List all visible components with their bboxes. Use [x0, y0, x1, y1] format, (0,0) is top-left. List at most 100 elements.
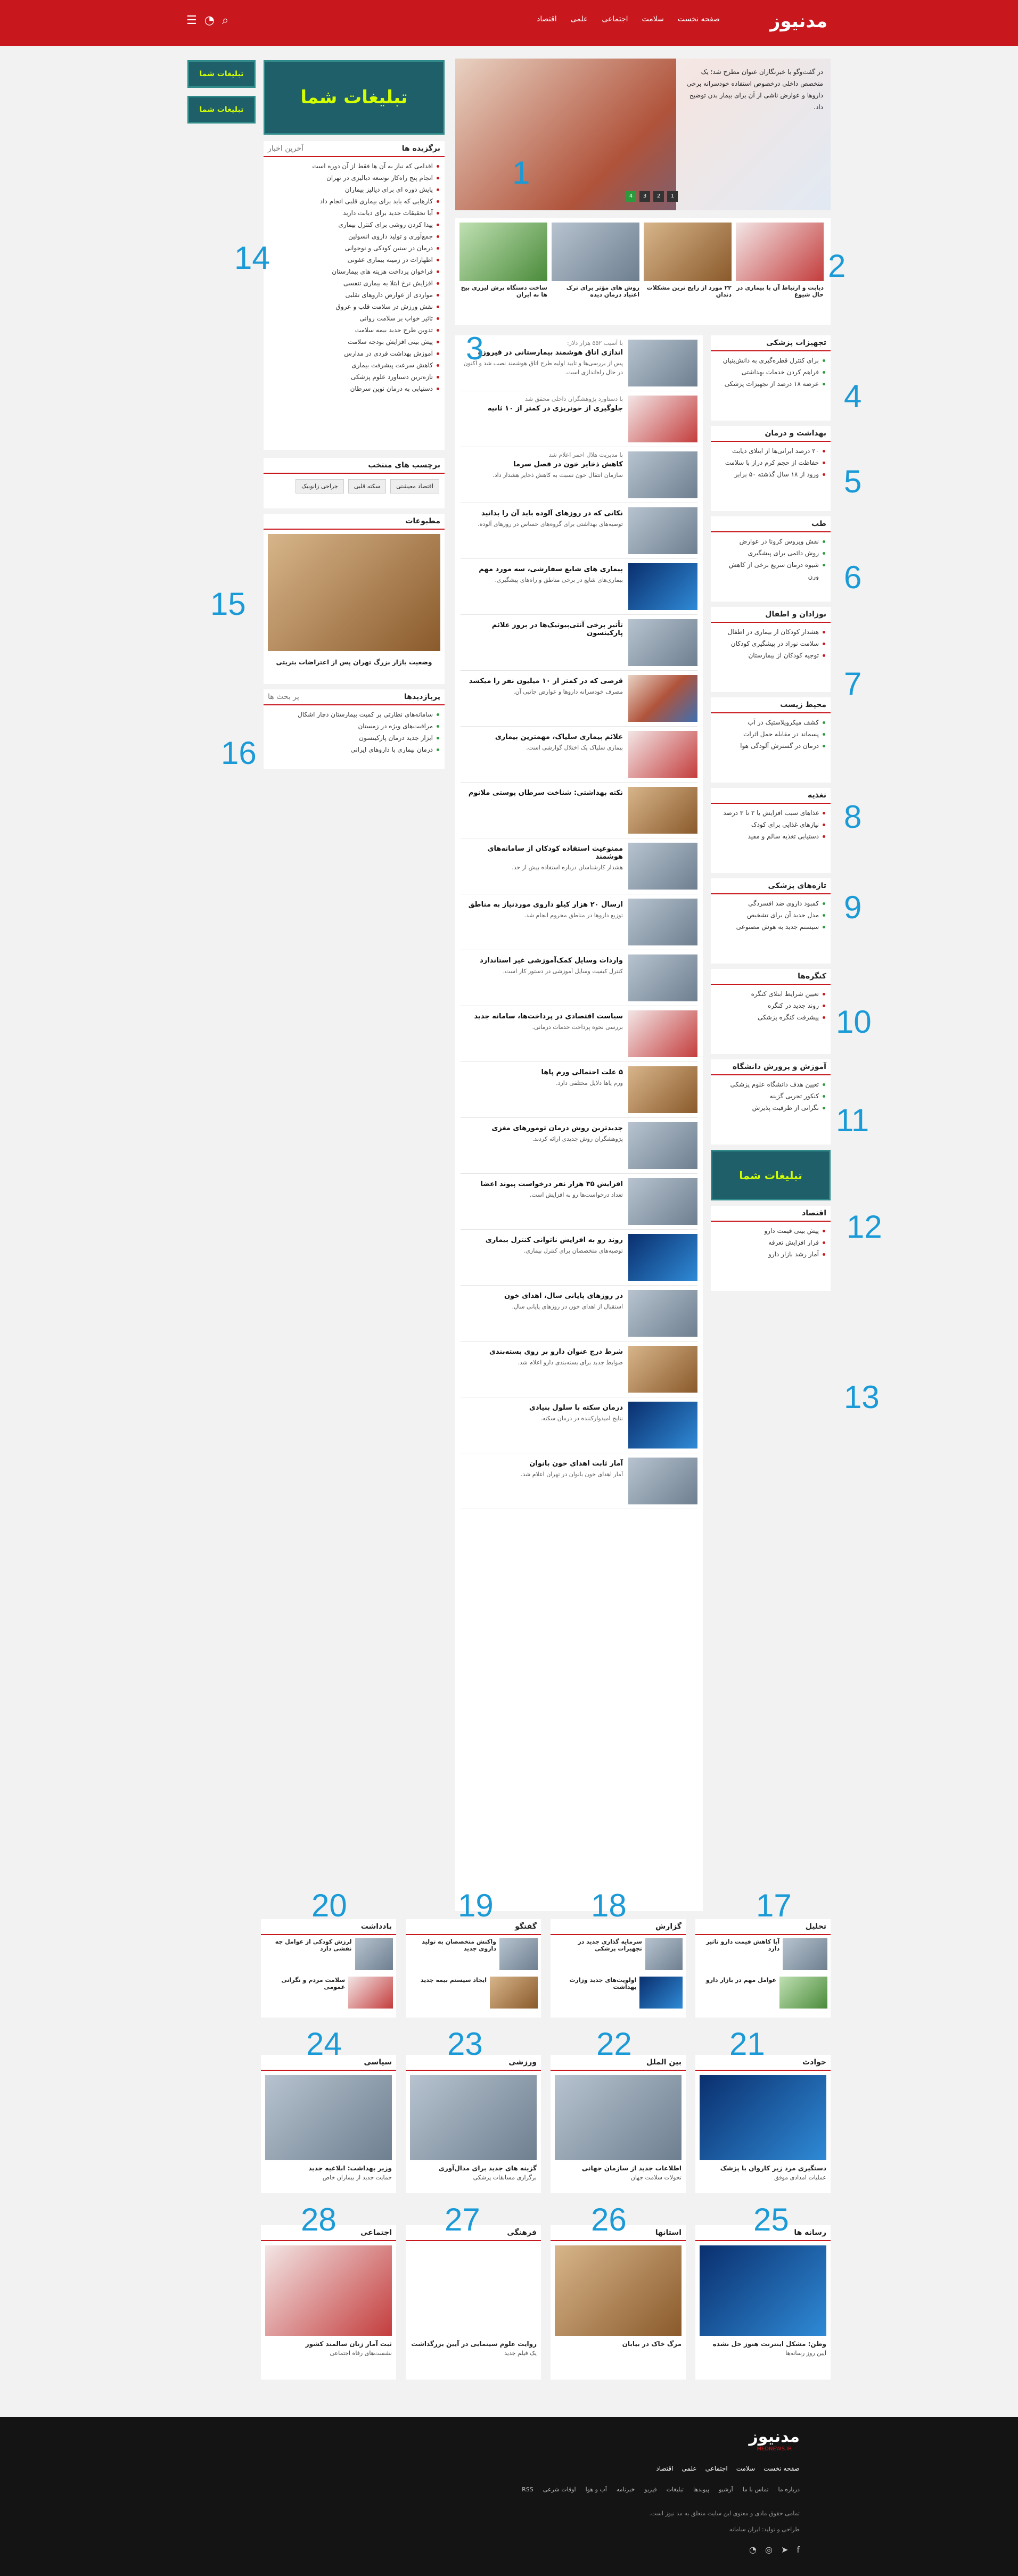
news-title[interactable]: کاهش ذخایر خون در فصل سرما: [461, 460, 623, 468]
list-item[interactable]: کنکور تجربی گزینه: [716, 1090, 825, 1102]
strip-card[interactable]: روش های مؤثر برای ترک اعتیاد درمان دیده: [552, 223, 639, 320]
news-item[interactable]: در روزهای پایانی سال، اهدای خون استقبال ا…: [461, 1286, 697, 1342]
list-item[interactable]: پیش بینی افزایش بودجه سلامت: [269, 336, 439, 348]
list-item[interactable]: مراقبت‌های ویژه در زمستان: [269, 720, 439, 732]
nav-home[interactable]: صفحه نخست: [678, 15, 720, 23]
news-item[interactable]: افزایش ۳۵ هزار نفر درخواست پیوند اعضا تعد…: [461, 1174, 697, 1230]
list-item[interactable]: پیدا کردن روشی برای کنترل بیماری: [269, 219, 439, 231]
cat-item[interactable]: لرزش کودکی از عوامل چه نقشی دارد: [264, 1938, 352, 1970]
news-item[interactable]: با مدیریت هلال احمر اعلام شد کاهش ذخایر خ…: [461, 447, 697, 503]
footer-nav-item[interactable]: اقتصاد: [656, 2465, 673, 2472]
nav-health[interactable]: سلامت: [642, 15, 664, 23]
slider-dot[interactable]: 4: [626, 191, 636, 202]
list-item[interactable]: تعیین هدف دانشگاه علوم پزشکی: [716, 1079, 825, 1090]
list-item[interactable]: پیشرفت کنگره پزشکی: [716, 1011, 825, 1023]
cat-item[interactable]: آیین روز رسانه‌ها: [695, 2348, 831, 2359]
list-item[interactable]: دستیابی به درمان نوین سرطان: [269, 383, 439, 394]
news-item[interactable]: درمان سکته با سلول بنیادی نتایج امیدوارکن…: [461, 1397, 697, 1453]
strip-card[interactable]: ۲۲ مورد از رایج ترین مشکلات دندان: [644, 223, 732, 320]
news-title[interactable]: بیماری های شایع سفارشی، سه مورد مهم: [461, 565, 623, 573]
footer-link[interactable]: RSS: [522, 2486, 533, 2493]
news-item[interactable]: ارسال ۲۰ هزار کیلو داروی موردنیاز به منا…: [461, 894, 697, 950]
slider-dot[interactable]: 2: [653, 191, 664, 202]
list-item[interactable]: سلامت نوزاد در پیشگیری کودکان: [716, 638, 825, 649]
news-title[interactable]: جدیدترین روش درمان تومورهای مغزی: [461, 1124, 623, 1132]
news-item[interactable]: روند رو به افزایش ناتوانی کنترل بیماری تو…: [461, 1230, 697, 1286]
site-logo[interactable]: مدنیوز: [767, 7, 831, 35]
list-item[interactable]: سامانه‌های نظارتی بر کمیت بیمارستان دچار…: [269, 709, 439, 720]
footer-link[interactable]: تماس با ما: [743, 2486, 769, 2493]
news-item[interactable]: با آسیب ۵۵۲ هزار دلار: اندازی اتاق هوشمند…: [461, 335, 697, 391]
cat-image[interactable]: [555, 2075, 682, 2160]
news-title[interactable]: سیاست اقتصادی در پرداخت‌ها، سامانه جدید: [461, 1013, 623, 1020]
slider-dot[interactable]: 3: [639, 191, 650, 202]
list-item[interactable]: اظهارات در زمینه بیماری عفونی: [269, 254, 439, 266]
list-item[interactable]: نیازهای غذایی برای کودک: [716, 819, 825, 830]
list-item[interactable]: پیش بینی قیمت دارو: [716, 1225, 825, 1237]
list-item[interactable]: کمبود داروی ضد افسردگی: [716, 898, 825, 909]
cat-caption[interactable]: اطلاعات جدید از سازمان جهانی: [551, 2165, 686, 2172]
list-item[interactable]: کاهش سرعت پیشرفت بیماری: [269, 359, 439, 371]
list-item[interactable]: آیا تحقیقات جدید برای دیابت دارید: [269, 207, 439, 219]
nav-social[interactable]: اجتماعی: [602, 15, 628, 23]
list-item[interactable]: نقش ویروس کرونا در عوارض: [716, 536, 825, 547]
list-item[interactable]: غذاهای سبب افزایش یا ۲ تا ۳ درصد: [716, 807, 825, 819]
strip-card[interactable]: ساخت دستگاه برش لیزری بیخ ها به ایران: [459, 223, 547, 320]
news-item[interactable]: نکاتی که در روزهای آلوده باید آن را بدان…: [461, 503, 697, 559]
instagram-icon[interactable]: ◎: [765, 2545, 773, 2555]
list-item[interactable]: حفاظت از حجم کرم دراز با سلامت: [716, 457, 825, 468]
list-item[interactable]: انجام پنج راه‌کار توسعه دیالیزی در تهران: [269, 172, 439, 184]
list-item[interactable]: شیوه درمان سریع برخی از کاهش ورن: [716, 559, 825, 582]
list-item[interactable]: کشف میکروپلاستیک در آب: [716, 717, 825, 728]
tag-chip[interactable]: جراحی زانوبیک: [295, 479, 344, 493]
list-item[interactable]: دستیابی تغذیه سالم و مفید: [716, 830, 825, 842]
news-title[interactable]: درمان سکته با سلول بنیادی: [461, 1404, 623, 1412]
news-title[interactable]: تأثیر برخی آنتی‌بیوتیک‌ها در بروز علائم …: [461, 621, 623, 637]
list-item[interactable]: ورود از ۱۸ سال گذشته ۵۰ برابر: [716, 468, 825, 480]
news-item[interactable]: بیماری های شایع سفارشی، سه مورد مهم بیمار…: [461, 559, 697, 615]
list-item[interactable]: عرضه ۱۸ درصد از تجهیزات پزشکی: [716, 378, 825, 390]
list-item[interactable]: آموزش بهداشت فردی در مدارس: [269, 348, 439, 359]
footer-link[interactable]: پیوندها: [693, 2486, 709, 2493]
banner-ad[interactable]: تبلیغات شما: [264, 60, 445, 135]
rss-icon[interactable]: ◔: [749, 2545, 757, 2555]
tag-chip[interactable]: سکته قلبی: [348, 479, 387, 493]
facebook-icon[interactable]: f: [797, 2545, 800, 2555]
telegram-icon[interactable]: ➤: [781, 2545, 788, 2555]
news-item[interactable]: ممنوعیت استفاده کودکان از سامانه‌های هوش…: [461, 838, 697, 894]
news-item[interactable]: با دستاورد پژوهشگران داخلی محقق شد جلوگیر…: [461, 391, 697, 447]
list-item[interactable]: فراخوان پرداخت هزینه های بیمارستان: [269, 266, 439, 277]
cat-caption[interactable]: وزیر بهداشت: ابلاغیه جدید: [261, 2165, 396, 2172]
list-item[interactable]: هشدار کودکان از بیماری در اطفال: [716, 626, 825, 638]
cat-item[interactable]: برگزاری مسابقات پزشکی: [406, 2172, 541, 2183]
list-item[interactable]: آمار رشد بازار دارو: [716, 1248, 825, 1260]
featured-slider[interactable]: در گفت‌وگو با خبرنگاران عنوان مطرح شد؛ ی…: [455, 59, 831, 210]
news-item[interactable]: ۵ علت احتمالی ورم پاها ورم پاها دلایل مخت…: [461, 1062, 697, 1118]
cat-item[interactable]: سرمایه گذاری جدید در تجهیزات پزشکی: [554, 1938, 642, 1970]
news-title[interactable]: علائم بیماری سلیاک، مهمترین بیماری: [461, 733, 623, 741]
nav-economy[interactable]: اقتصاد: [537, 15, 556, 23]
cat-caption[interactable]: مرگ خاک در بیابان: [551, 2340, 686, 2348]
list-item[interactable]: روند جدید در کنگره: [716, 1000, 825, 1011]
cat-caption[interactable]: گزینه های جدید برای مدال‌آوری: [406, 2165, 541, 2172]
list-item[interactable]: پایش دوره ای برای دیالیز بیماران: [269, 184, 439, 195]
list-item[interactable]: تاثیر خواب بر سلامت روانی: [269, 312, 439, 324]
cat-item[interactable]: واکنش متخصصان به تولید داروی جدید: [409, 1938, 496, 1970]
cat-item[interactable]: اولویت‌های جدید وزارت بهداشت: [554, 1977, 636, 2009]
news-title[interactable]: افزایش ۳۵ هزار نفر درخواست پیوند اعضا: [461, 1180, 623, 1188]
list-item[interactable]: تدوین طرح جدید بیمه سلامت: [269, 324, 439, 336]
list-item[interactable]: مدل جدید آن برای تشخیص: [716, 909, 825, 921]
footer-credit[interactable]: طراحی و تولید: ایران سامانه: [729, 2526, 800, 2533]
list-item[interactable]: درمان در سنین کودکی و نوجوانی: [269, 242, 439, 254]
list-item[interactable]: فراهم کردن خدمات بهداشتی: [716, 366, 825, 378]
tag-chip[interactable]: اقتصاد معیشتی: [390, 479, 439, 493]
side-ad-3[interactable]: تبلیغات شما: [711, 1150, 831, 1200]
nav-science[interactable]: علمی: [571, 15, 588, 23]
news-item[interactable]: تأثیر برخی آنتی‌بیوتیک‌ها در بروز علائم …: [461, 615, 697, 671]
news-item[interactable]: جدیدترین روش درمان تومورهای مغزی پژوهشگرا…: [461, 1118, 697, 1174]
list-item[interactable]: جمع‌آوری و تولید داروی انسولین: [269, 231, 439, 242]
footer-link[interactable]: اوقات شرعی: [543, 2486, 576, 2493]
list-item[interactable]: افزایش نرخ ابتلا به بیماری تنفسی: [269, 277, 439, 289]
news-title[interactable]: نکته بهداشتی: شناخت سرطان پوستی ملانوم: [461, 789, 623, 797]
list-item[interactable]: مواردی از عوارض داروهای تقلبی: [269, 289, 439, 301]
